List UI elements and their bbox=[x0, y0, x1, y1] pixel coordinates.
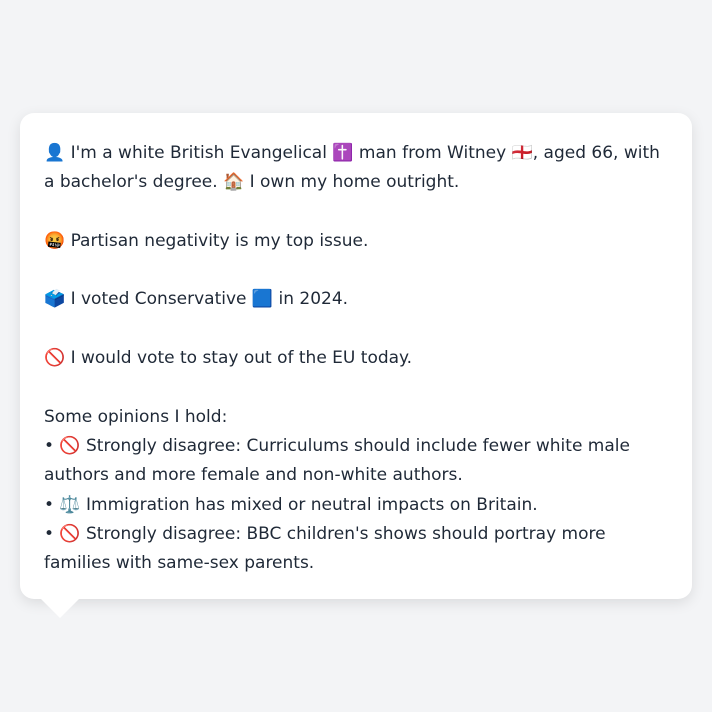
bubble-tail bbox=[40, 598, 80, 618]
intro-text: 👤 I'm a white British Evangelical ✝️ man… bbox=[44, 143, 660, 193]
opinion-item: • 🚫 Strongly disagree: Curriculums shoul… bbox=[44, 435, 630, 486]
eu-text: 🚫 I would vote to stay out of the EU tod… bbox=[44, 348, 413, 369]
message-bubble: 👤 I'm a white British Evangelical ✝️ man… bbox=[20, 113, 692, 599]
vote-text: 🗳️ I voted Conservative 🟦 in 2024. bbox=[44, 289, 349, 310]
opinion-item: • ⚖️ Immigration has mixed or neutral im… bbox=[44, 494, 538, 515]
top-issue-text: 🤬 Partisan negativity is my top issue. bbox=[44, 230, 369, 251]
opinions-heading: Some opinions I hold: bbox=[44, 406, 228, 427]
opinion-item: • 🚫 Strongly disagree: BBC children's sh… bbox=[44, 523, 606, 574]
